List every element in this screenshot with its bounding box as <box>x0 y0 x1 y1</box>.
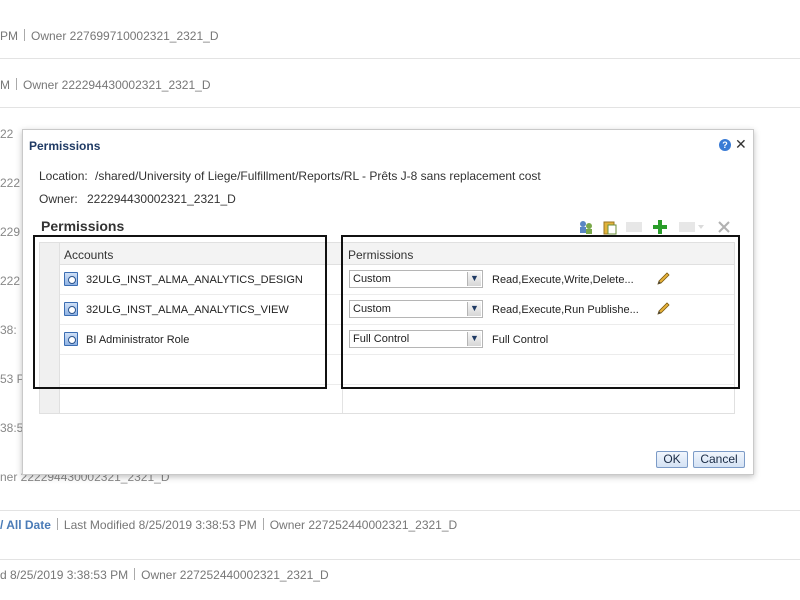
background-fragment: 38:5 <box>0 421 24 435</box>
owner-text: Owner 227252440002321_2321_D <box>141 568 329 582</box>
paste-permissions-icon[interactable] <box>601 218 619 236</box>
copy-permissions-icon <box>625 218 643 236</box>
separator <box>134 568 136 580</box>
background-row-1: PM Owner 227699710002321_2321_D <box>0 10 800 59</box>
close-icon[interactable]: ✕ <box>735 136 747 153</box>
permissions-highlight-box <box>341 235 740 389</box>
background-fragment: 22 <box>0 127 14 141</box>
more-actions-icon <box>677 218 707 236</box>
help-icon[interactable]: ? <box>719 139 731 151</box>
table-row-empty <box>60 385 734 413</box>
ok-button[interactable]: OK <box>656 451 688 468</box>
location-label: Location: <box>39 169 88 183</box>
background-row-prefix: PM <box>0 29 18 43</box>
background-row-2: M Owner 222294430002321_2321_D <box>0 59 800 108</box>
background-row-4: d 8/25/2019 3:38:53 PM Owner 227252440002… <box>0 511 800 582</box>
background-fragment: 38: <box>0 323 17 337</box>
accounts-highlight-box <box>33 235 327 389</box>
background-row-owner: Owner 222294430002321_2321_D <box>23 78 211 92</box>
permissions-dialog: Permissions ? ✕ Location: /shared/Univer… <box>22 129 754 475</box>
location-value: /shared/University of Liege/Fulfillment/… <box>95 169 541 183</box>
cancel-button[interactable]: Cancel <box>693 451 745 468</box>
background-fragment: 222 <box>0 274 21 288</box>
background-row-prefix: M <box>0 78 10 92</box>
owner-label: Owner: <box>39 192 78 206</box>
dialog-title: Permissions <box>29 139 101 153</box>
background-fragment: 229 <box>0 225 21 239</box>
background-row-owner: Owner 227699710002321_2321_D <box>31 29 219 43</box>
add-users-roles-icon[interactable] <box>577 218 595 236</box>
last-modified-text: d 8/25/2019 3:38:53 PM <box>0 568 129 582</box>
permissions-section-title: Permissions <box>41 218 125 234</box>
separator <box>16 78 17 90</box>
add-icon[interactable] <box>651 218 669 236</box>
owner-value: 222294430002321_2321_D <box>87 192 236 206</box>
separator <box>24 29 25 41</box>
background-fragment: 222 <box>0 176 21 190</box>
delete-icon <box>715 218 733 236</box>
